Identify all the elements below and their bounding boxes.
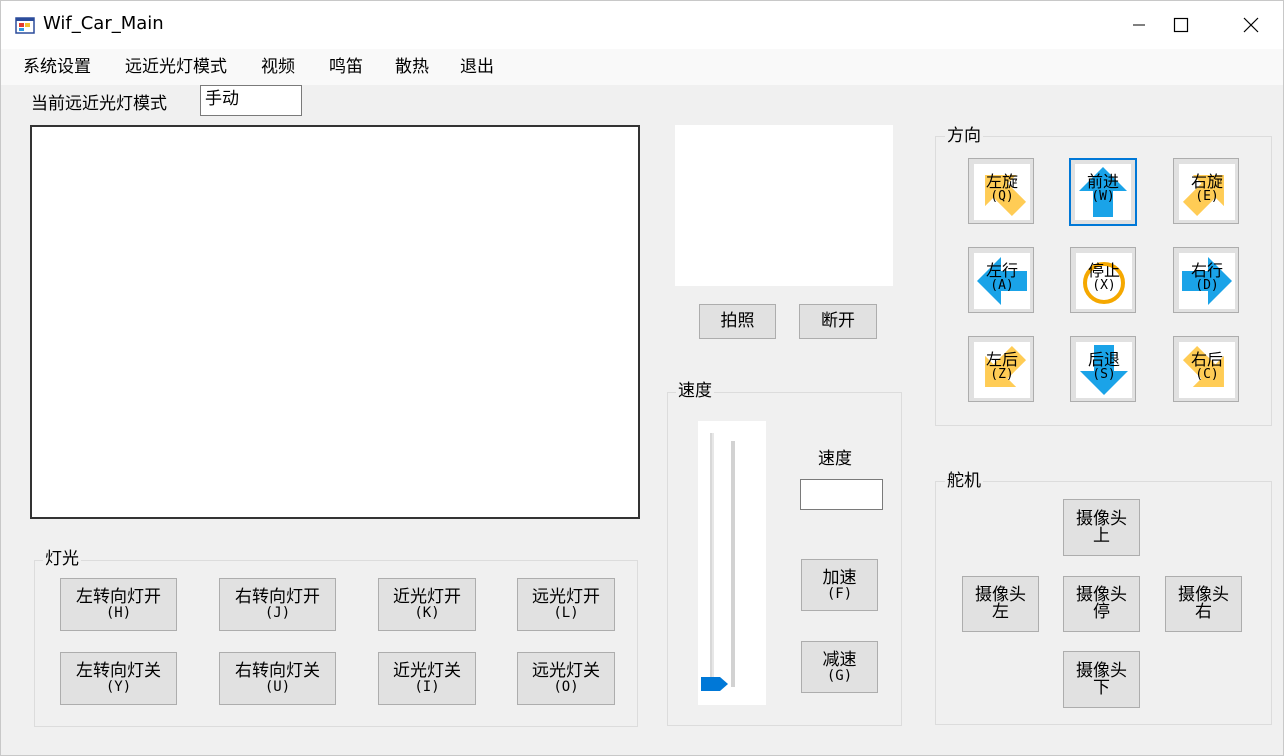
speed-field[interactable] <box>800 479 883 510</box>
shortcut-key: (U) <box>264 679 291 695</box>
capture-button[interactable]: 拍照 <box>699 304 776 339</box>
shortcut-key: (J) <box>264 605 291 621</box>
maximize-button[interactable] <box>1149 1 1213 49</box>
button-label-line2: 右 <box>1195 602 1212 622</box>
button-label: 左转向灯关 <box>76 661 161 681</box>
button-label: 远光灯开 <box>532 587 600 607</box>
title-bar[interactable]: Wif_Car_Main <box>1 1 1283 49</box>
video-display <box>30 125 640 519</box>
disconnect-button[interactable]: 断开 <box>799 304 877 339</box>
left-turn-light-off-button[interactable]: 左转向灯关 (Y) <box>60 652 177 705</box>
button-label: 减速 <box>822 649 857 670</box>
shortcut-key: (W) <box>1091 189 1115 204</box>
button-label: 摄像头 <box>1076 660 1127 681</box>
back-left-button[interactable]: 左后 (Z) <box>968 336 1034 402</box>
speed-slider[interactable] <box>698 421 766 705</box>
low-beam-on-button[interactable]: 近光灯开 (K) <box>378 578 476 631</box>
shortcut-key: (E) <box>1195 189 1219 204</box>
button-label-line2: 上 <box>1093 525 1110 546</box>
rotate-right-button[interactable]: 右旋 (E) <box>1173 158 1239 224</box>
minimize-icon <box>1133 24 1145 26</box>
shortcut-key: (Q) <box>990 189 1014 204</box>
button-label-line2: 左 <box>992 602 1009 622</box>
camera-stop-button[interactable]: 摄像头停 <box>1063 576 1140 632</box>
menu-system-settings[interactable]: 系统设置 <box>21 55 93 79</box>
camera-down-button[interactable]: 摄像头下 <box>1063 651 1140 708</box>
shortcut-key: (F) <box>826 585 853 602</box>
lights-panel-title: 灯光 <box>43 549 81 569</box>
shortcut-key: (A) <box>990 278 1014 293</box>
accelerate-button[interactable]: 加速 (F) <box>801 559 878 611</box>
servo-panel-title: 舵机 <box>945 471 983 491</box>
button-label: 近光灯关 <box>393 661 461 681</box>
button-label-line2: 下 <box>1093 677 1110 698</box>
photo-preview <box>675 125 893 286</box>
high-beam-on-button[interactable]: 远光灯开 (L) <box>517 578 615 631</box>
right-turn-light-on-button[interactable]: 右转向灯开 (J) <box>219 578 336 631</box>
shortcut-key: (K) <box>414 605 440 621</box>
rotate-left-button[interactable]: 左旋 (Q) <box>968 158 1034 224</box>
button-label-line2: 停 <box>1093 602 1110 622</box>
shortcut-key: (D) <box>1195 278 1219 293</box>
right-turn-light-off-button[interactable]: 右转向灯关 (U) <box>219 652 336 705</box>
shortcut-key: (C) <box>1195 367 1219 382</box>
shortcut-key: (H) <box>105 605 132 621</box>
menu-exit[interactable]: 退出 <box>458 55 496 79</box>
shortcut-key: (G) <box>826 667 853 684</box>
close-button[interactable] <box>1219 1 1283 49</box>
shortcut-key: (Y) <box>105 679 132 695</box>
shortcut-key: (X) <box>1092 278 1116 293</box>
menu-beam-mode[interactable]: 远近光灯模式 <box>123 55 229 79</box>
main-window: Wif_Car_Main 系统设置 远近光灯模式 视频 鸣笛 散热 退出 当前远… <box>0 0 1284 756</box>
button-label: 左转向灯开 <box>76 587 161 607</box>
menu-bar: 系统设置 远近光灯模式 视频 鸣笛 散热 退出 <box>1 49 1283 85</box>
maximize-icon <box>1173 17 1189 33</box>
shortcut-key: (O) <box>553 679 579 695</box>
menu-cooling[interactable]: 散热 <box>393 55 431 79</box>
shortcut-key: (I) <box>414 679 440 695</box>
camera-left-button[interactable]: 摄像头左 <box>962 576 1039 632</box>
direction-panel-title: 方向 <box>945 126 983 146</box>
menu-video[interactable]: 视频 <box>259 55 297 79</box>
move-left-button[interactable]: 左行 (A) <box>968 247 1034 313</box>
button-label: 摄像头 <box>1076 508 1127 529</box>
camera-right-button[interactable]: 摄像头右 <box>1165 576 1242 632</box>
button-label: 远光灯关 <box>532 661 600 681</box>
beam-mode-label: 当前远近光灯模式 <box>31 94 167 114</box>
back-right-button[interactable]: 右后 (C) <box>1173 336 1239 402</box>
shortcut-key: (L) <box>553 605 579 621</box>
window-title: Wif_Car_Main <box>43 13 164 34</box>
button-label: 右转向灯开 <box>235 587 320 607</box>
camera-up-button[interactable]: 摄像头上 <box>1063 499 1140 556</box>
shortcut-key: (S) <box>1092 367 1116 382</box>
speed-slider-thumb <box>701 677 728 691</box>
shortcut-key: (Z) <box>990 367 1014 382</box>
low-beam-off-button[interactable]: 近光灯关 (I) <box>378 652 476 705</box>
button-label: 右转向灯关 <box>235 661 320 681</box>
button-label: 近光灯开 <box>393 587 461 607</box>
left-turn-light-on-button[interactable]: 左转向灯开 (H) <box>60 578 177 631</box>
app-icon <box>15 17 35 34</box>
beam-mode-field[interactable]: 手动 <box>200 85 302 116</box>
backward-button[interactable]: 后退 (S) <box>1070 336 1136 402</box>
speed-slider-track <box>701 433 735 691</box>
speed-panel-title: 速度 <box>676 381 714 401</box>
button-label: 加速 <box>822 567 857 588</box>
forward-button[interactable]: 前进 (W) <box>1069 158 1137 226</box>
close-icon <box>1243 17 1259 33</box>
high-beam-off-button[interactable]: 远光灯关 (O) <box>517 652 615 705</box>
stop-button[interactable]: 停止 (X) <box>1070 247 1136 313</box>
move-right-button[interactable]: 右行 (D) <box>1173 247 1239 313</box>
menu-horn[interactable]: 鸣笛 <box>327 55 365 79</box>
speed-label: 速度 <box>818 449 852 469</box>
decelerate-button[interactable]: 减速 (G) <box>801 641 878 693</box>
